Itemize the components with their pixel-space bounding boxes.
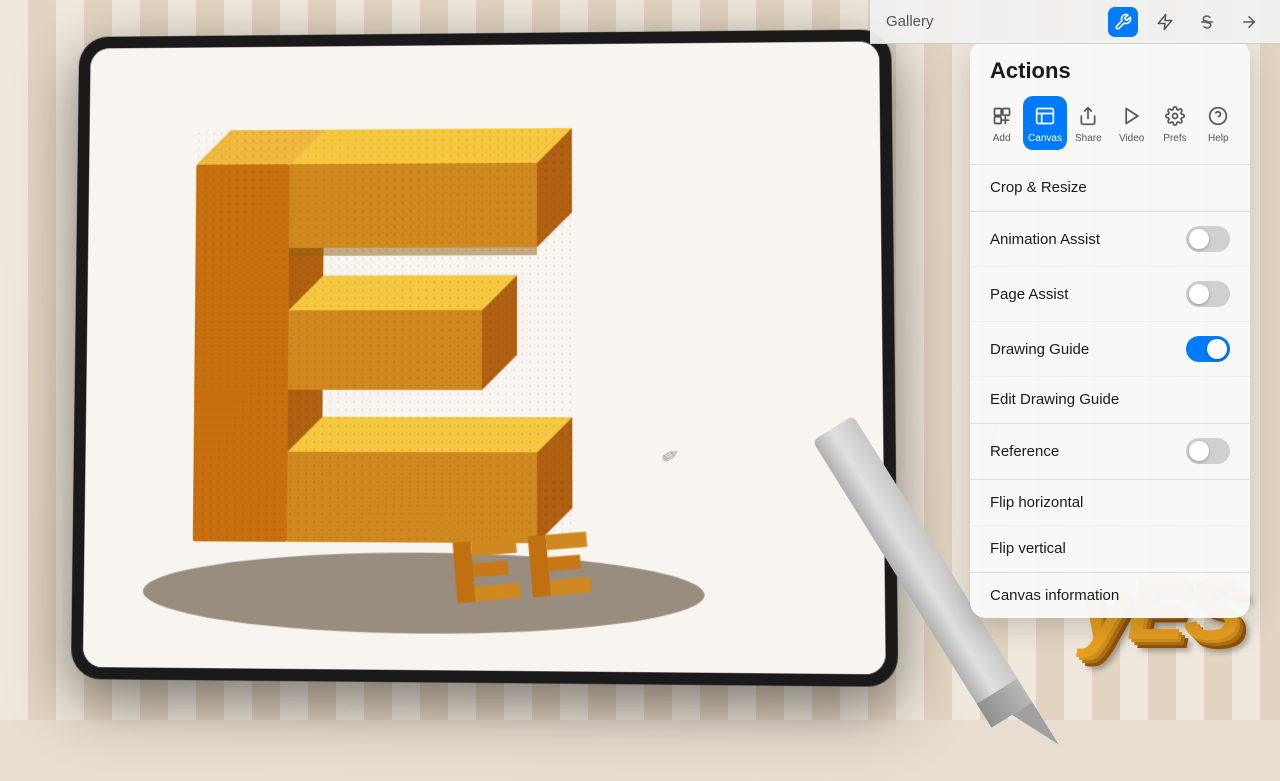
toggle-knob (1189, 229, 1209, 249)
help-label: Help (1208, 133, 1229, 144)
flip-horizontal-label: Flip horizontal (990, 494, 1083, 511)
reference-toggle[interactable] (1186, 438, 1230, 464)
tool-add[interactable]: Add (980, 96, 1023, 150)
arrow-icon[interactable] (1234, 7, 1264, 37)
toggle-knob-3 (1207, 339, 1227, 359)
share-label: Share (1075, 133, 1102, 144)
row-reference[interactable]: Reference (970, 424, 1250, 479)
tool-prefs[interactable]: Prefs (1153, 96, 1196, 150)
gallery-button[interactable]: Gallery (886, 13, 934, 30)
tool-canvas[interactable]: Canvas (1023, 96, 1066, 150)
row-animation-assist[interactable]: Animation Assist (970, 212, 1250, 267)
toggle-knob-4 (1189, 441, 1209, 461)
video-label: Video (1119, 133, 1144, 144)
flip-vertical-label: Flip vertical (990, 540, 1066, 557)
row-drawing-guide[interactable]: Drawing Guide (970, 322, 1250, 377)
canvas-area[interactable]: ✏ (83, 41, 886, 674)
add-icon (988, 102, 1016, 130)
panel-title: Actions (970, 40, 1250, 96)
edit-drawing-guide-label: Edit Drawing Guide (990, 391, 1119, 408)
row-page-assist[interactable]: Page Assist (970, 267, 1250, 322)
artwork-svg (103, 62, 787, 667)
canvas-icon (1031, 102, 1059, 130)
wrench-icon[interactable] (1108, 7, 1138, 37)
pencil-tip (1012, 702, 1059, 757)
share-icon (1074, 102, 1102, 130)
row-flip-horizontal[interactable]: Flip horizontal (970, 480, 1250, 526)
reference-label: Reference (990, 443, 1059, 460)
animation-assist-label: Animation Assist (990, 231, 1100, 248)
page-assist-toggle[interactable] (1186, 281, 1230, 307)
crop-resize-label: Crop & Resize (990, 179, 1087, 196)
row-edit-drawing-guide[interactable]: Edit Drawing Guide (970, 377, 1250, 423)
lightning-icon[interactable] (1150, 7, 1180, 37)
video-icon (1118, 102, 1146, 130)
top-toolbar: Gallery (870, 0, 1280, 44)
help-icon (1204, 102, 1232, 130)
ipad-device: ✏ (71, 29, 898, 687)
canvas-label: Canvas (1028, 133, 1062, 144)
page-assist-label: Page Assist (990, 286, 1068, 303)
canvas-information-label: Canvas information (990, 587, 1119, 604)
add-label: Add (993, 133, 1011, 144)
strikethrough-icon[interactable] (1192, 7, 1222, 37)
drawing-guide-toggle[interactable] (1186, 336, 1230, 362)
prefs-icon (1161, 102, 1189, 130)
row-crop-resize[interactable]: Crop & Resize (970, 165, 1250, 211)
ipad-screen: ✏ (83, 41, 886, 674)
actions-panel: Actions Add Canvas (970, 40, 1250, 618)
toolbar-icons (1108, 7, 1264, 37)
row-flip-vertical[interactable]: Flip vertical (970, 526, 1250, 572)
panel-toolbar: Add Canvas Share (970, 96, 1250, 164)
toggle-knob-2 (1189, 284, 1209, 304)
prefs-label: Prefs (1163, 133, 1186, 144)
animation-assist-toggle[interactable] (1186, 226, 1230, 252)
tool-video[interactable]: Video (1110, 96, 1153, 150)
tool-help[interactable]: Help (1197, 96, 1240, 150)
row-canvas-information[interactable]: Canvas information (970, 573, 1250, 618)
drawing-guide-label: Drawing Guide (990, 341, 1089, 358)
tool-share[interactable]: Share (1067, 96, 1110, 150)
